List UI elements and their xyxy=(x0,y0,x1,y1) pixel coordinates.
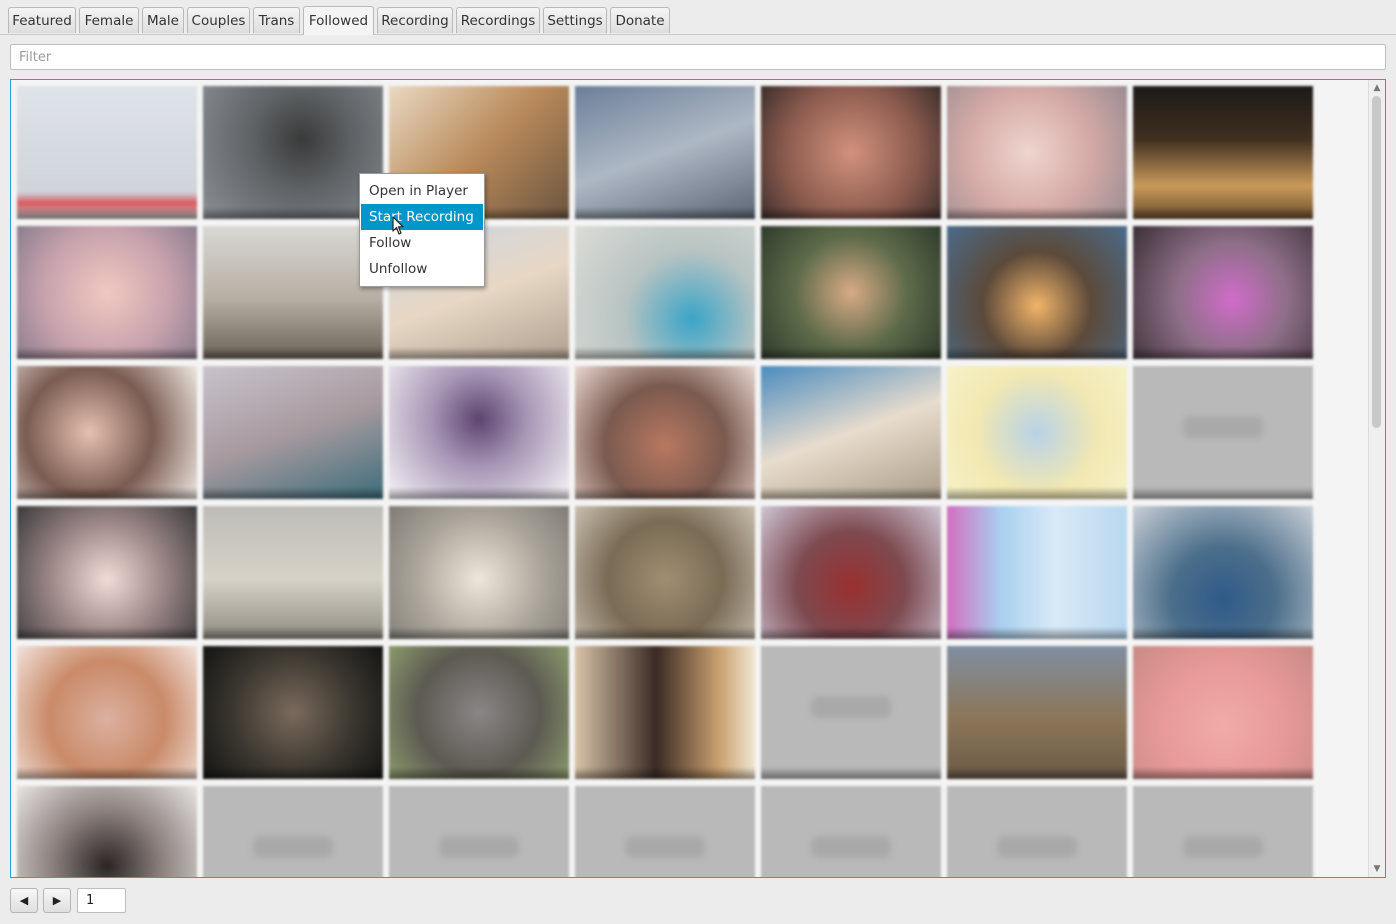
thumbnail[interactable] xyxy=(17,786,197,877)
thumbnail[interactable] xyxy=(761,506,941,639)
thumbnail-placeholder[interactable] xyxy=(761,646,941,779)
thumbnail-placeholder[interactable] xyxy=(1133,786,1313,877)
thumbnail[interactable] xyxy=(17,506,197,639)
tab-recording[interactable]: Recording xyxy=(377,7,453,33)
thumbnail[interactable] xyxy=(947,506,1127,639)
triangle-left-icon: ◀ xyxy=(19,894,29,907)
previous-page-button[interactable]: ◀ xyxy=(10,888,38,913)
filter-input[interactable] xyxy=(10,44,1386,70)
thumbnail[interactable] xyxy=(203,646,383,779)
tab-featured[interactable]: Featured xyxy=(8,7,76,33)
tab-trans[interactable]: Trans xyxy=(253,7,300,33)
thumbnail-placeholder[interactable] xyxy=(575,786,755,877)
followed-thumbnail-panel: ▲ ▼ xyxy=(10,79,1386,878)
triangle-right-icon: ▶ xyxy=(52,894,62,907)
tab-male[interactable]: Male xyxy=(142,7,184,33)
tab-recordings[interactable]: Recordings xyxy=(456,7,540,33)
thumbnail[interactable] xyxy=(575,86,755,219)
menu-item-start-recording[interactable]: Start Recording xyxy=(361,204,483,230)
scrollbar-thumb[interactable] xyxy=(1372,96,1381,428)
thumbnail[interactable] xyxy=(575,506,755,639)
thumbnail[interactable] xyxy=(203,226,383,359)
next-page-button[interactable]: ▶ xyxy=(43,888,71,913)
thumbnail[interactable] xyxy=(203,506,383,639)
thumbnail[interactable] xyxy=(761,226,941,359)
thumbnail-placeholder[interactable] xyxy=(761,786,941,877)
page-number-input[interactable] xyxy=(77,888,126,913)
vertical-scrollbar[interactable]: ▲ ▼ xyxy=(1368,80,1385,877)
thumbnail[interactable] xyxy=(575,366,755,499)
thumbnail[interactable] xyxy=(1133,506,1313,639)
thumbnail[interactable] xyxy=(947,86,1127,219)
thumbnail-placeholder[interactable] xyxy=(947,786,1127,877)
thumbnail[interactable] xyxy=(389,646,569,779)
thumbnail[interactable] xyxy=(17,86,197,219)
menu-item-unfollow[interactable]: Unfollow xyxy=(361,256,483,282)
menu-item-open-in-player[interactable]: Open in Player xyxy=(361,178,483,204)
tab-bar: Featured Female Male Couples Trans Follo… xyxy=(0,0,1396,35)
context-menu: Open in Player Start Recording Follow Un… xyxy=(359,173,485,287)
tab-followed[interactable]: Followed xyxy=(303,6,374,35)
thumbnail[interactable] xyxy=(1133,226,1313,359)
thumbnail-grid xyxy=(17,86,1313,877)
thumbnail[interactable] xyxy=(947,646,1127,779)
mouse-pointer-icon xyxy=(392,216,404,235)
thumbnail[interactable] xyxy=(761,366,941,499)
tab-settings[interactable]: Settings xyxy=(543,7,607,33)
thumbnail-placeholder[interactable] xyxy=(203,786,383,877)
scroll-down-arrow-icon[interactable]: ▼ xyxy=(1369,862,1385,876)
thumbnail[interactable] xyxy=(17,646,197,779)
thumbnail[interactable] xyxy=(947,226,1127,359)
tab-couples[interactable]: Couples xyxy=(187,7,250,33)
thumbnail[interactable] xyxy=(17,226,197,359)
menu-item-follow[interactable]: Follow xyxy=(361,230,483,256)
thumbnail[interactable] xyxy=(575,646,755,779)
thumbnail[interactable] xyxy=(203,366,383,499)
thumbnail[interactable] xyxy=(947,366,1127,499)
thumbnail[interactable] xyxy=(575,226,755,359)
scroll-up-arrow-icon[interactable]: ▲ xyxy=(1369,81,1385,95)
thumbnail[interactable] xyxy=(17,366,197,499)
thumbnail[interactable] xyxy=(389,506,569,639)
thumbnail-placeholder[interactable] xyxy=(1133,366,1313,499)
tab-female[interactable]: Female xyxy=(79,7,139,33)
thumbnail[interactable] xyxy=(1133,646,1313,779)
thumbnail[interactable] xyxy=(389,366,569,499)
tab-donate[interactable]: Donate xyxy=(610,7,670,33)
thumbnail[interactable] xyxy=(761,86,941,219)
thumbnail-placeholder[interactable] xyxy=(389,786,569,877)
thumbnail[interactable] xyxy=(1133,86,1313,219)
thumbnail[interactable] xyxy=(203,86,383,219)
